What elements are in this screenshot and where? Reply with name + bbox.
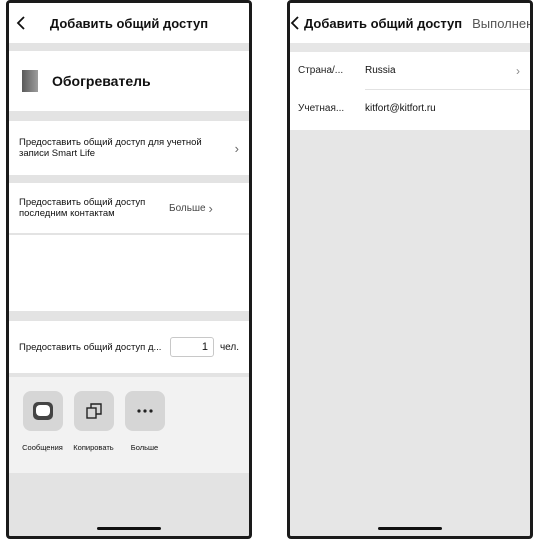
page-title: Добавить общий доступ — [304, 15, 463, 31]
country-row[interactable]: Страна/... Russia › — [290, 52, 530, 89]
copy-icon — [73, 391, 114, 431]
device-name: Обогреватель — [52, 73, 151, 89]
country-label: Страна/... — [298, 65, 344, 76]
action-label: Копировать — [73, 443, 114, 452]
account-value[interactable]: kitfort@kitfort.ru — [365, 103, 530, 114]
share-count-row: Предоставить общий доступ д... 1 чел. — [9, 321, 249, 373]
chevron-left-icon — [16, 16, 25, 30]
country-value: Russia — [365, 65, 396, 76]
share-recent-contacts-row[interactable]: Предоставить общий доступ последним конт… — [9, 183, 249, 233]
action-label: Сообщения — [22, 443, 63, 452]
done-button[interactable]: Выполнено — [472, 16, 530, 31]
account-form: Страна/... Russia › Учетная... kitfort@k… — [290, 52, 530, 130]
share-smart-life-row[interactable]: Предоставить общий доступ для учетной за… — [9, 121, 249, 175]
chevron-left-icon — [290, 16, 299, 30]
home-indicator[interactable] — [378, 527, 442, 530]
action-messages-button[interactable]: Сообщения — [17, 391, 68, 473]
account-label: Учетная... — [298, 102, 345, 114]
count-unit: чел. — [219, 341, 239, 353]
share-count-label: Предоставить общий доступ д... — [19, 341, 162, 353]
share-recent-label: Предоставить общий доступ последним конт… — [19, 197, 146, 219]
page-title: Добавить общий доступ — [49, 15, 209, 31]
back-button[interactable] — [9, 3, 33, 43]
more-icon — [124, 391, 165, 431]
share-actions: Сообщения Копировать Больше — [9, 377, 249, 473]
heater-icon — [22, 70, 38, 92]
account-row[interactable]: Учетная... kitfort@kitfort.ru — [298, 89, 530, 126]
more-link[interactable]: Больше — [169, 203, 206, 214]
nav-bar: Добавить общий доступ — [9, 3, 249, 43]
action-more-button[interactable]: Больше — [119, 391, 170, 473]
device-header: Обогреватель — [9, 51, 249, 111]
action-copy-button[interactable]: Копировать — [68, 391, 119, 473]
chevron-right-icon: › — [234, 140, 239, 156]
share-screen-right: Добавить общий доступ Выполнено Страна/.… — [287, 0, 533, 539]
chevron-right-icon: › — [516, 63, 520, 78]
nav-bar: Добавить общий доступ Выполнено — [290, 3, 530, 43]
back-button[interactable] — [290, 3, 300, 43]
count-input[interactable]: 1 — [169, 337, 214, 357]
empty-area — [9, 235, 249, 311]
share-smart-life-label: Предоставить общий доступ для учетной за… — [19, 137, 202, 159]
chevron-right-icon: › — [208, 200, 213, 216]
action-label: Больше — [130, 443, 159, 452]
message-icon — [22, 391, 63, 431]
home-indicator[interactable] — [97, 527, 161, 530]
share-screen-left: Добавить общий доступ Обогреватель Предо… — [6, 0, 252, 539]
